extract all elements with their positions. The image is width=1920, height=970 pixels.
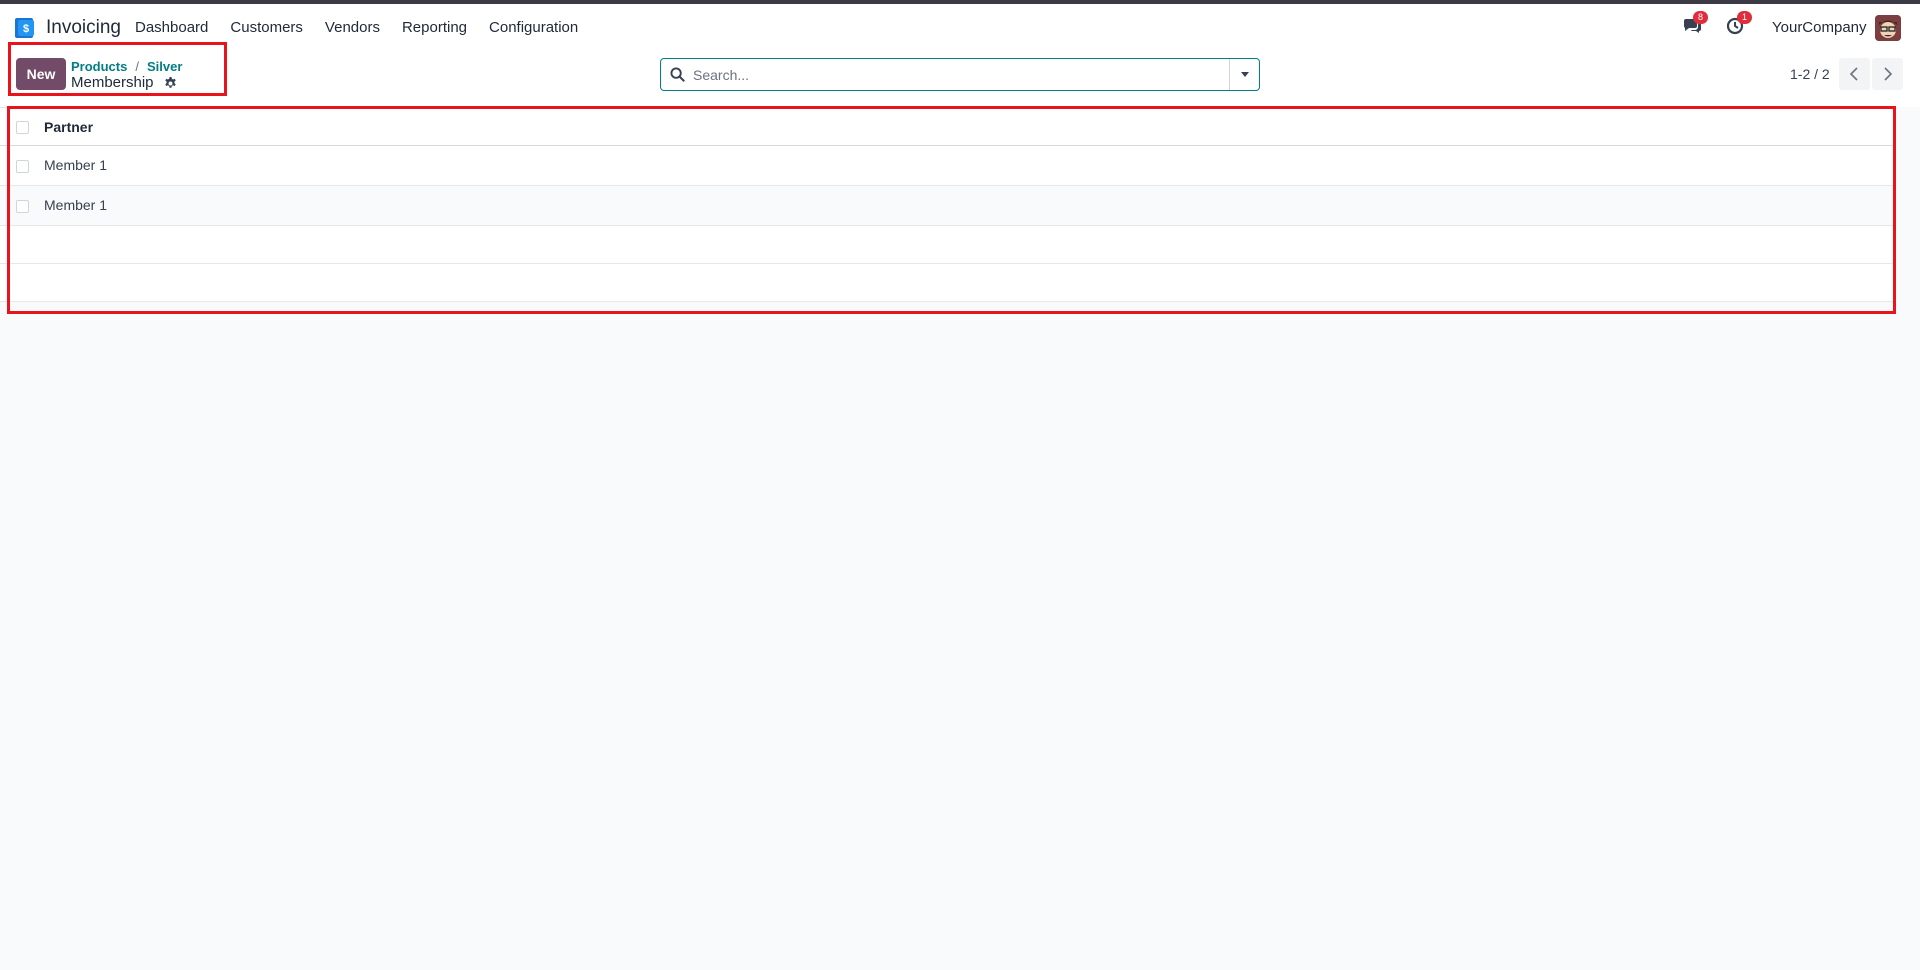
table-row[interactable]: Member 1 [0,146,1894,186]
page-title: Membership [71,74,177,91]
pager-next-button[interactable] [1872,58,1903,90]
messages-badge: 8 [1693,11,1708,24]
column-header-partner[interactable]: Partner [44,119,93,135]
breadcrumb-silver[interactable]: Silver [147,59,182,74]
menu-reporting[interactable]: Reporting [402,19,467,36]
partner-cell[interactable]: Member 1 [44,157,107,173]
breadcrumb: Products / Silver [71,59,182,74]
app-name[interactable]: Invoicing [46,17,121,39]
menu-configuration[interactable]: Configuration [489,19,578,36]
activities-badge: 1 [1737,11,1752,24]
page-title-text: Membership [71,74,154,91]
control-panel: New Products / Silver Membership 1-2 / 2 [0,49,1920,107]
chevron-left-icon [1849,67,1858,81]
messages-button[interactable]: 8 [1682,11,1708,37]
search-icon[interactable] [670,67,685,82]
avatar[interactable] [1875,15,1901,41]
breadcrumb-products[interactable]: Products [71,59,127,74]
empty-row [0,264,1894,302]
table-row[interactable]: Member 1 [0,186,1894,226]
activities-button[interactable]: 1 [1726,11,1752,37]
svg-text:$: $ [23,23,29,35]
menu-dashboard[interactable]: Dashboard [135,19,208,36]
pager-previous-button[interactable] [1839,58,1870,90]
new-button[interactable]: New [16,58,66,90]
caret-down-icon [1241,72,1249,77]
search-options-toggle[interactable] [1229,59,1259,90]
user-avatar-icon [1875,15,1901,41]
app-logo-icon[interactable]: $ [14,17,36,39]
menu-vendors[interactable]: Vendors [325,19,380,36]
chevron-right-icon [1884,67,1893,81]
pager-value[interactable]: 1-2 / 2 [1790,66,1830,82]
row-checkbox[interactable] [16,160,29,173]
table-header: Partner [0,107,1894,146]
breadcrumb-separator: / [135,59,139,74]
gear-icon[interactable] [164,76,177,90]
search-bar [660,58,1260,91]
navbar: $ Invoicing Dashboard Customers Vendors … [0,4,1920,49]
empty-row [0,226,1894,264]
partner-cell[interactable]: Member 1 [44,197,107,213]
row-checkbox[interactable] [16,200,29,213]
menu-customers[interactable]: Customers [230,19,303,36]
select-all-checkbox[interactable] [16,121,29,134]
company-switcher[interactable]: YourCompany [1772,19,1867,36]
search-input[interactable] [693,63,1223,87]
list-view: Partner Member 1 Member 1 [0,107,1894,302]
main-menu: Dashboard Customers Vendors Reporting Co… [135,19,600,36]
